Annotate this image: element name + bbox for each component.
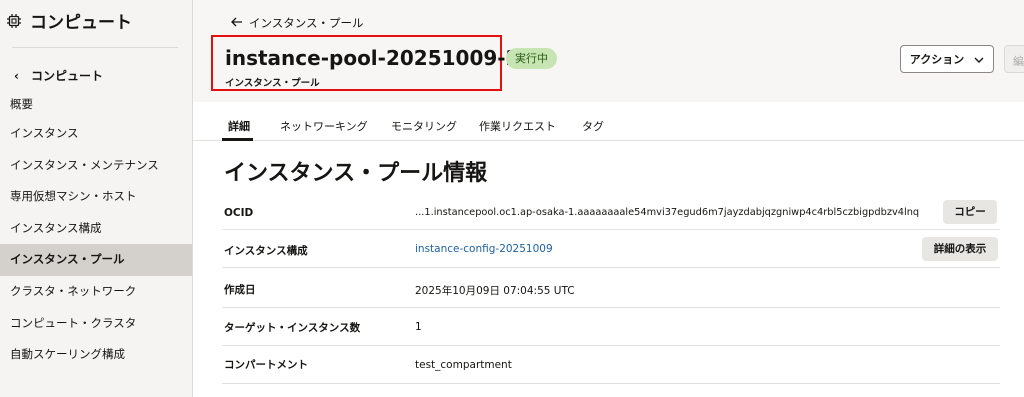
section-title: インスタンス・プール情報 — [224, 161, 488, 186]
page-header: インスタンス・プール instance-pool-20251009-2 インスタ… — [193, 0, 1024, 102]
page-title: instance-pool-20251009-2 — [225, 46, 520, 70]
compartment-label: コンパートメント — [224, 359, 308, 371]
info-row-created: 作成日 2025年10月09日 07:04:55 UTC — [222, 268, 1000, 308]
view-details-button[interactable]: 詳細の表示 — [922, 237, 998, 261]
divider — [12, 47, 178, 48]
tab-networking[interactable]: ネットワーキング — [280, 118, 368, 134]
page-subtitle: インスタンス・プール — [225, 78, 320, 89]
info-row-compartment: コンパートメント test_compartment — [222, 346, 1000, 384]
breadcrumb-label: インスタンス・プール — [249, 16, 364, 30]
actions-menu-button[interactable]: アクション — [900, 45, 994, 73]
sidebar-header: コンピュート — [6, 8, 132, 33]
chevron-down-icon — [974, 53, 984, 66]
sidebar-item-instance-maintenance[interactable]: インスタンス・メンテナンス — [0, 150, 192, 182]
sidebar-item-overview[interactable]: 概要 — [0, 91, 192, 118]
breadcrumb[interactable]: インスタンス・プール — [231, 15, 364, 31]
back-link[interactable]: ‹ コンピュート — [14, 67, 103, 84]
edit-button-fragment: 編 — [1013, 55, 1024, 68]
sidebar-item-instances[interactable]: インスタンス — [0, 118, 192, 150]
copy-button[interactable]: コピー — [943, 200, 997, 224]
actions-button-label: アクション — [909, 53, 965, 66]
target-count-value: 1 — [415, 321, 422, 333]
target-count-label: ターゲット・インスタンス数 — [224, 322, 361, 334]
sidebar-item-dedicated-vm-hosts[interactable]: 専用仮想マシン・ホスト — [0, 181, 192, 213]
tab-details[interactable]: 詳細 — [228, 118, 250, 134]
compartment-value: test_compartment — [415, 359, 512, 371]
chevron-left-icon: ‹ — [14, 68, 19, 83]
sidebar-item-autoscaling-configurations[interactable]: 自動スケーリング構成 — [0, 339, 192, 371]
tab-monitoring[interactable]: モニタリング — [391, 118, 457, 134]
edit-button[interactable]: 編 — [1004, 45, 1024, 73]
created-label: 作成日 — [224, 284, 256, 296]
sidebar-item-cluster-networks[interactable]: クラスタ・ネットワーク — [0, 276, 192, 308]
instance-config-link[interactable]: instance-config-20251009 — [415, 243, 553, 255]
sidebar-item-instance-pools[interactable]: インスタンス・プール — [0, 244, 192, 276]
sidebar-item-compute-clusters[interactable]: コンピュート・クラスタ — [0, 308, 192, 340]
created-value: 2025年10月09日 07:04:55 UTC — [415, 285, 575, 297]
sidebar-item-instance-configurations[interactable]: インスタンス構成 — [0, 213, 192, 245]
sidebar-nav: 概要 インスタンス インスタンス・メンテナンス 専用仮想マシン・ホスト インスタ… — [0, 91, 192, 371]
ocid-value: ...1.instancepool.oc1.ap-osaka-1.aaaaaaa… — [415, 207, 920, 218]
chip-icon — [6, 13, 22, 29]
tab-bar: 詳細 ネットワーキング モニタリング 作業リクエスト タグ — [193, 109, 1024, 141]
sidebar-title: コンピュート — [30, 13, 132, 33]
arrow-left-icon — [231, 16, 243, 30]
info-row-instance-config: インスタンス構成 instance-config-20251009 詳細の表示 — [222, 230, 1000, 268]
ocid-label: OCID — [224, 207, 254, 219]
status-badge: 実行中 — [506, 48, 557, 69]
back-link-label: コンピュート — [30, 69, 103, 83]
sidebar: コンピュート ‹ コンピュート 概要 インスタンス インスタンス・メンテナンス … — [0, 0, 193, 397]
instance-config-label: インスタンス構成 — [224, 245, 308, 257]
tab-work-requests[interactable]: 作業リクエスト — [479, 118, 556, 134]
tab-active-indicator — [222, 138, 253, 141]
info-row-target-count: ターゲット・インスタンス数 1 — [222, 308, 1000, 346]
main-content: インスタンス・プール instance-pool-20251009-2 インスタ… — [193, 0, 1024, 397]
title-highlight-box: instance-pool-20251009-2 インスタンス・プール — [211, 35, 520, 91]
info-row-ocid: OCID ...1.instancepool.oc1.ap-osaka-1.aa… — [222, 196, 1000, 230]
decorative-banner — [193, 102, 1024, 109]
tab-tags[interactable]: タグ — [582, 118, 604, 134]
